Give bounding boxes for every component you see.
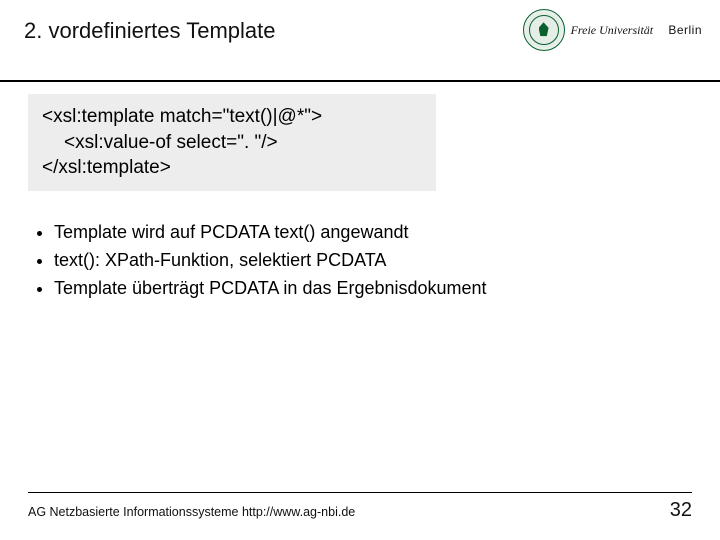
slide: 2. vordefiniertes Template Freie Univers… <box>0 0 720 540</box>
slide-body: <xsl:template match="text()|@*"> <xsl:va… <box>0 82 720 303</box>
page-number: 32 <box>670 499 692 522</box>
university-line1: Freie Universität <box>571 23 654 37</box>
university-logo: Freie Universität Berlin <box>523 8 702 52</box>
code-line-2: <xsl:value-of select=". "/> <box>42 130 422 156</box>
footer-divider <box>28 492 692 493</box>
footer: AG Netzbasierte Informationssysteme http… <box>0 492 720 522</box>
footer-text: AG Netzbasierte Informationssysteme http… <box>28 505 355 519</box>
code-block: <xsl:template match="text()|@*"> <xsl:va… <box>28 94 436 191</box>
list-item: Template wird auf PCDATA text() angewand… <box>54 219 692 247</box>
bullet-list: Template wird auf PCDATA text() angewand… <box>28 219 692 303</box>
list-item: Template überträgt PCDATA in das Ergebni… <box>54 275 692 303</box>
code-line-1: <xsl:template match="text()|@*"> <box>42 106 322 127</box>
header: 2. vordefiniertes Template Freie Univers… <box>0 0 720 76</box>
list-item: text(): XPath-Funktion, selektiert PCDAT… <box>54 247 692 275</box>
seal-icon <box>523 9 565 51</box>
university-line2: Berlin <box>656 23 702 37</box>
code-line-3: </xsl:template> <box>42 157 171 178</box>
footer-row: AG Netzbasierte Informationssysteme http… <box>28 499 692 522</box>
university-name: Freie Universität Berlin <box>571 23 702 38</box>
